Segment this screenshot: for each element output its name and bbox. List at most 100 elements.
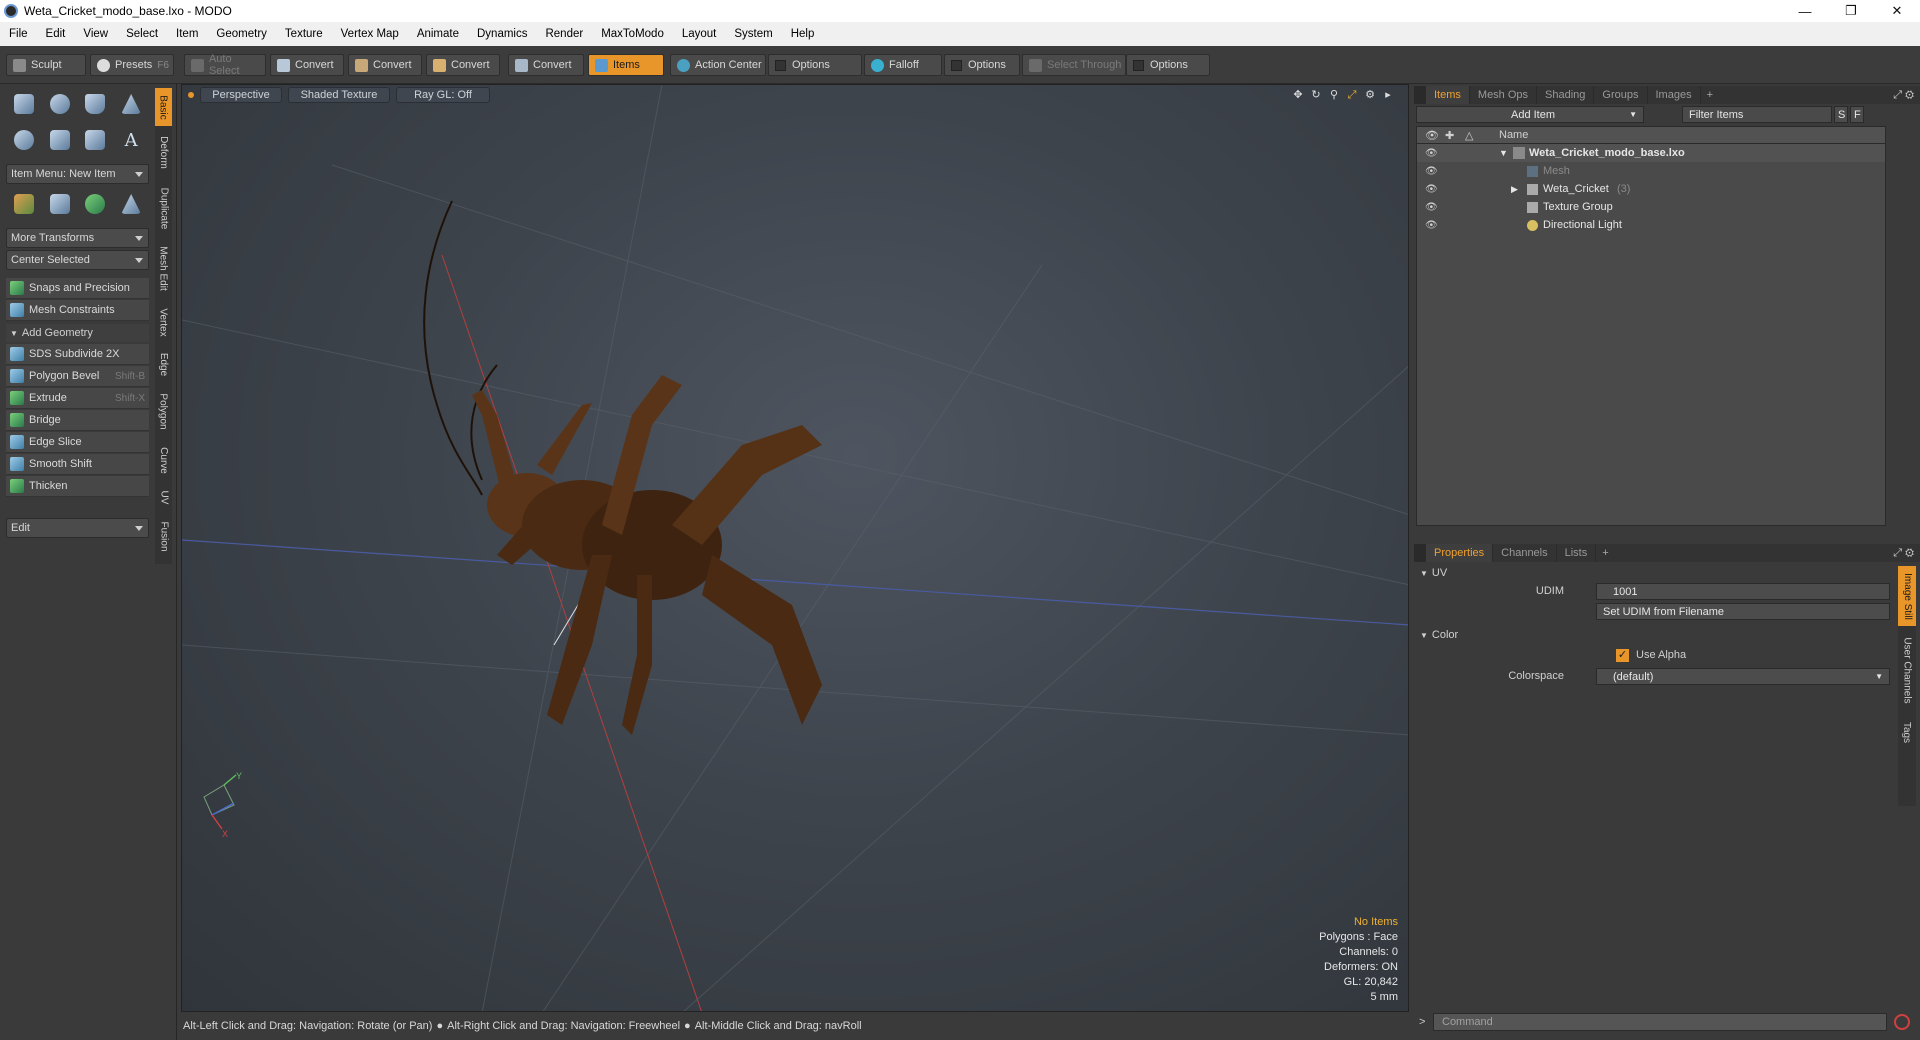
pen-tool-icon[interactable]	[78, 124, 114, 156]
eye-icon[interactable]: 👁	[1425, 220, 1438, 231]
cube-primitive-icon[interactable]	[6, 88, 42, 120]
tab-basic[interactable]: Basic	[155, 88, 172, 126]
panel-expand-icon[interactable]: ⤢ ⚙	[1893, 89, 1914, 102]
smooth-shift-button[interactable]: Smooth Shift	[6, 454, 149, 475]
tab-channels[interactable]: Channels	[1493, 544, 1557, 562]
convert-button-4[interactable]: Convert	[508, 54, 584, 76]
menu-layout[interactable]: Layout	[673, 28, 726, 40]
minimize-icon[interactable]: —	[1782, 0, 1828, 22]
add-geometry-section[interactable]: ▼ Add Geometry	[6, 324, 149, 342]
fit-icon[interactable]: ⤢	[1346, 89, 1358, 101]
tab-uv[interactable]: UV	[155, 484, 172, 510]
torus-primitive-icon[interactable]	[6, 124, 42, 156]
tab-polygon[interactable]: Polygon	[155, 386, 172, 436]
eye-icon[interactable]: 👁	[1425, 202, 1438, 213]
sculpt-button[interactable]: Sculpt	[6, 54, 86, 76]
cylinder-primitive-icon[interactable]	[78, 88, 114, 120]
mesh-constraints-button[interactable]: Mesh Constraints	[6, 300, 149, 321]
menu-file[interactable]: File	[0, 28, 37, 40]
tab-images[interactable]: Images	[1648, 86, 1701, 104]
panel-menu-icon[interactable]	[1414, 544, 1426, 562]
panel-menu-icon[interactable]	[1414, 86, 1426, 104]
menu-help[interactable]: Help	[782, 28, 824, 40]
color-section-header[interactable]: ▼ Color	[1416, 626, 1904, 644]
colorspace-dropdown[interactable]: (default) ▼	[1596, 668, 1890, 685]
tab-image-still[interactable]: Image Still	[1898, 566, 1916, 626]
tab-lists[interactable]: Lists	[1557, 544, 1597, 562]
presets-button[interactable]: Presets F6	[90, 54, 174, 76]
3d-viewport[interactable]: Y X Perspective Shaded Texture Ray GL: O…	[181, 84, 1409, 1012]
tab-groups[interactable]: Groups	[1594, 86, 1648, 104]
options-button-3[interactable]: Options	[1126, 54, 1210, 76]
cone-primitive-icon[interactable]	[113, 88, 149, 120]
add-tab-icon[interactable]: +	[1596, 547, 1614, 559]
expand-triangle-icon[interactable]: ▶	[1511, 184, 1518, 195]
zoom-icon[interactable]: ⚲	[1328, 89, 1340, 101]
item-menu-dropdown[interactable]: Item Menu: New Item	[6, 164, 149, 184]
menu-dynamics[interactable]: Dynamics	[468, 28, 536, 40]
udim-input[interactable]: 1001	[1596, 583, 1890, 600]
filter-f-button[interactable]: F	[1850, 106, 1864, 123]
edge-slice-button[interactable]: Edge Slice	[6, 432, 149, 453]
tab-deform[interactable]: Deform	[155, 128, 172, 176]
snaps-precision-button[interactable]: Snaps and Precision	[6, 278, 149, 299]
restore-icon[interactable]: ❐	[1828, 0, 1874, 22]
panel-expand-icon[interactable]: ⤢ ⚙	[1893, 547, 1914, 560]
text-tool-icon[interactable]: A	[113, 124, 149, 156]
globe-icon[interactable]	[78, 188, 114, 220]
menu-system[interactable]: System	[725, 28, 781, 40]
extrude-button[interactable]: Extrude Shift-X	[6, 388, 149, 409]
tab-user-channels[interactable]: User Channels	[1898, 630, 1916, 710]
menu-texture[interactable]: Texture	[276, 28, 332, 40]
add-tab-icon[interactable]: +	[1701, 89, 1719, 101]
uv-section-header[interactable]: ▼ UV	[1416, 564, 1904, 582]
tab-curve[interactable]: Curve	[155, 440, 172, 480]
rotate-icon[interactable]: ↻	[1310, 89, 1322, 101]
menu-select[interactable]: Select	[117, 28, 167, 40]
set-udim-from-filename-button[interactable]: Set UDIM from Filename	[1596, 603, 1890, 620]
tree-row-texture-group[interactable]: 👁 Texture Group	[1417, 198, 1885, 216]
tree-row-weta-cricket[interactable]: 👁 ▶ Weta_Cricket (3)	[1417, 180, 1885, 198]
menu-edit[interactable]: Edit	[37, 28, 75, 40]
polygon-bevel-button[interactable]: Polygon Bevel Shift-B	[6, 366, 149, 387]
tab-tags[interactable]: Tags	[1898, 714, 1916, 750]
tab-mesh-edit[interactable]: Mesh Edit	[155, 238, 172, 298]
grid-snap-icon[interactable]	[42, 188, 78, 220]
record-macro-icon[interactable]	[1894, 1014, 1910, 1030]
use-alpha-checkbox[interactable]: ✓	[1616, 648, 1629, 662]
tab-mesh-ops[interactable]: Mesh Ops	[1470, 86, 1538, 104]
options-checkbox-1[interactable]	[775, 59, 786, 71]
filter-s-button[interactable]: S	[1834, 106, 1848, 123]
tree-row-scene[interactable]: 👁 ▼ Weta_Cricket_modo_base.lxo	[1417, 144, 1885, 162]
sds-subdivide-button[interactable]: SDS Subdivide 2X	[6, 344, 149, 365]
convert-button-3[interactable]: Convert	[426, 54, 500, 76]
capsule-primitive-icon[interactable]	[42, 124, 78, 156]
pan-icon[interactable]: ✥	[1292, 89, 1304, 101]
expand-arrow-icon[interactable]: ▸	[1382, 89, 1394, 101]
shading-mode-button[interactable]: Shaded Texture	[288, 87, 390, 103]
bridge-button[interactable]: Bridge	[6, 410, 149, 431]
tree-row-mesh[interactable]: 👁 Mesh	[1417, 162, 1885, 180]
filter-items-input[interactable]: Filter Items	[1682, 106, 1832, 123]
expand-triangle-icon[interactable]: ▼	[1499, 148, 1508, 158]
close-icon[interactable]: ✕	[1874, 0, 1920, 22]
falloff-shape-icon[interactable]	[113, 188, 149, 220]
gear-icon[interactable]: ⚙	[1364, 89, 1376, 101]
convert-button-1[interactable]: Convert	[270, 54, 344, 76]
tab-properties[interactable]: Properties	[1426, 544, 1494, 562]
tab-fusion[interactable]: Fusion	[155, 514, 172, 558]
command-input[interactable]: Command	[1433, 1013, 1887, 1031]
auto-select-button[interactable]: Auto Select	[184, 53, 266, 77]
action-center-button[interactable]: Action Center	[670, 54, 766, 76]
thicken-button[interactable]: Thicken	[6, 476, 149, 497]
tab-edge[interactable]: Edge	[155, 346, 172, 382]
view-perspective-button[interactable]: Perspective	[200, 87, 282, 103]
options-checkbox-2[interactable]	[951, 59, 962, 71]
tree-row-directional-light[interactable]: 👁 Directional Light	[1417, 216, 1885, 234]
tab-shading[interactable]: Shading	[1537, 86, 1595, 104]
menu-vertex-map[interactable]: Vertex Map	[332, 28, 408, 40]
menu-maxtomodo[interactable]: MaxToModo	[592, 28, 673, 40]
more-transforms-dropdown[interactable]: More Transforms	[6, 228, 149, 248]
tab-vertex[interactable]: Vertex	[155, 302, 172, 342]
tab-items[interactable]: Items	[1426, 86, 1470, 104]
